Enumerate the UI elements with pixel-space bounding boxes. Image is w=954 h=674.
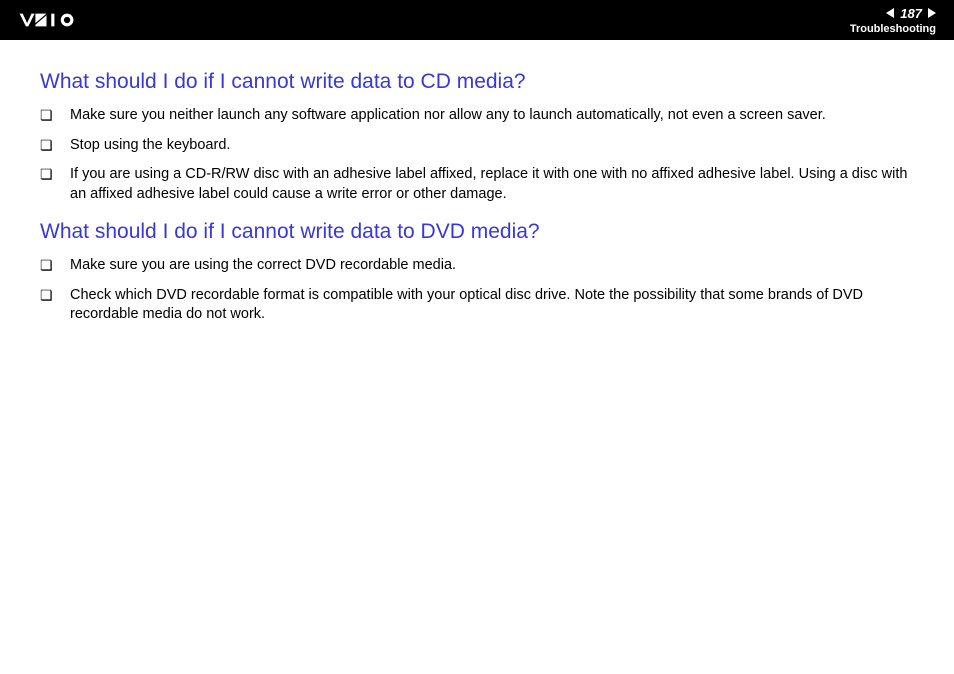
square-bullet-icon: ❏: [40, 256, 70, 275]
next-page-icon[interactable]: [928, 8, 936, 18]
bullet-text: Stop using the keyboard.: [70, 136, 914, 156]
list-item: ❏ Make sure you are using the correct DV…: [40, 256, 914, 276]
list-item: ❏ If you are using a CD-R/RW disc with a…: [40, 165, 914, 204]
faq-heading-cd: What should I do if I cannot write data …: [40, 70, 914, 94]
square-bullet-icon: ❏: [40, 106, 70, 125]
bullet-list-cd: ❏ Make sure you neither launch any softw…: [40, 106, 914, 204]
bullet-text: Make sure you neither launch any softwar…: [70, 106, 914, 126]
square-bullet-icon: ❏: [40, 136, 70, 155]
page-nav: 187: [886, 6, 936, 21]
bullet-text: Make sure you are using the correct DVD …: [70, 256, 914, 276]
content-area: What should I do if I cannot write data …: [0, 40, 954, 377]
header-bar: 187 Troubleshooting: [0, 0, 954, 40]
bullet-text: Check which DVD recordable format is com…: [70, 286, 914, 325]
page-number: 187: [898, 6, 924, 21]
square-bullet-icon: ❏: [40, 165, 70, 184]
vaio-logo: [18, 11, 113, 29]
header-right: 187 Troubleshooting: [850, 6, 936, 35]
square-bullet-icon: ❏: [40, 286, 70, 305]
list-item: ❏ Make sure you neither launch any softw…: [40, 106, 914, 126]
bullet-list-dvd: ❏ Make sure you are using the correct DV…: [40, 256, 914, 325]
bullet-text: If you are using a CD-R/RW disc with an …: [70, 165, 914, 204]
section-name: Troubleshooting: [850, 23, 936, 35]
list-item: ❏ Stop using the keyboard.: [40, 136, 914, 156]
prev-page-icon[interactable]: [886, 8, 894, 18]
faq-heading-dvd: What should I do if I cannot write data …: [40, 220, 914, 244]
list-item: ❏ Check which DVD recordable format is c…: [40, 286, 914, 325]
